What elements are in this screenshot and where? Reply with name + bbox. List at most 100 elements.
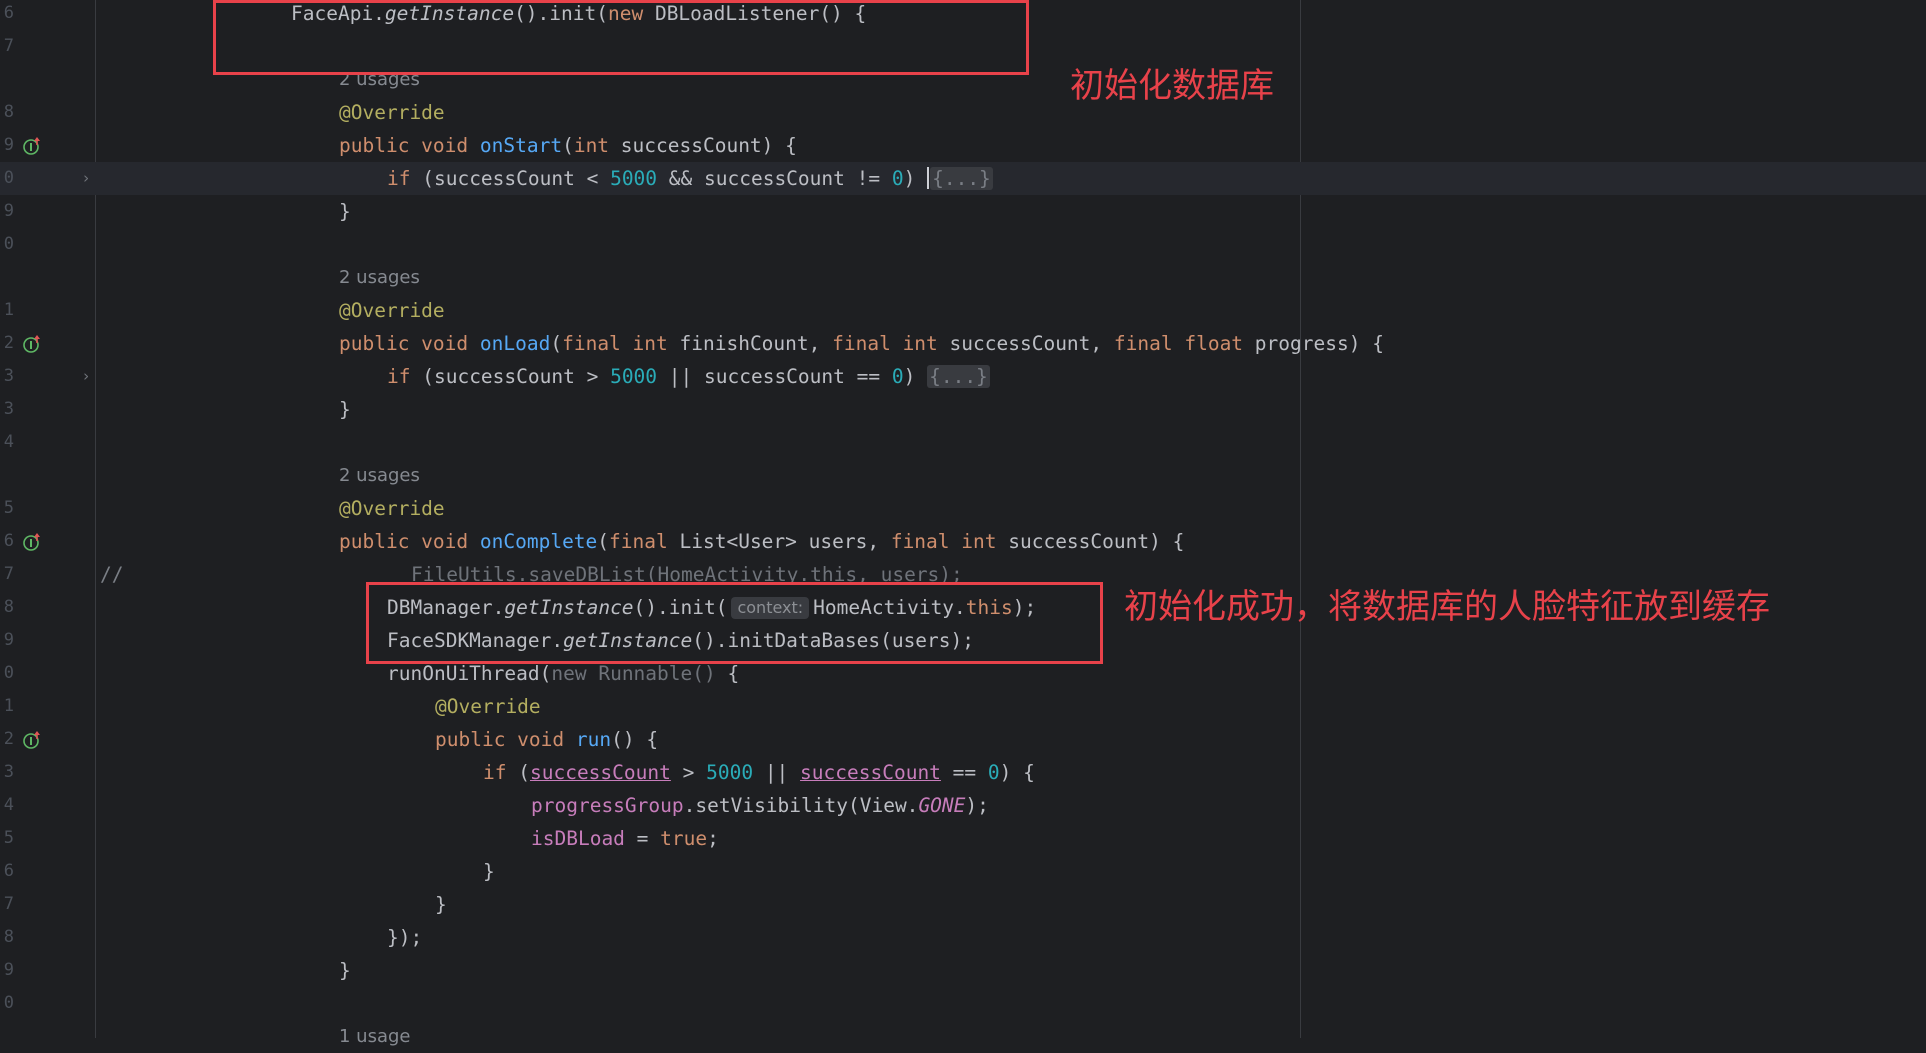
text-caret xyxy=(927,167,930,189)
line-number: 6 xyxy=(3,3,14,23)
code-editor[interactable]: 6 FaceApi.getInstance().init(new DBLoadLi… xyxy=(0,0,1926,1047)
code-line[interactable]: 5 @Override xyxy=(0,492,1926,525)
line-comment-marker: // xyxy=(100,563,124,586)
line-number: 4 xyxy=(3,795,14,815)
code-line[interactable]: 3} xyxy=(0,393,1926,426)
code-line[interactable]: 2 usages xyxy=(0,261,1926,294)
code-token: progressGroup xyxy=(531,794,684,817)
code-text: public void onStart(int successCount) { xyxy=(339,129,797,162)
implements-method-icon[interactable] xyxy=(22,730,42,750)
code-token: isDBLoad xyxy=(531,827,625,850)
code-text: public void onLoad(final int finishCount… xyxy=(339,327,1384,360)
code-line[interactable]: 5 isDBLoad = true; xyxy=(0,822,1926,855)
annotation-init-db: 初始化数据库 xyxy=(1070,66,1274,106)
implements-method-icon[interactable] xyxy=(22,334,42,354)
code-text: isDBLoad = true; xyxy=(531,822,719,855)
highlight-box-init-success xyxy=(366,582,1103,664)
code-token: 5000 xyxy=(610,365,658,388)
folded-code-placeholder[interactable]: {...} xyxy=(930,167,993,190)
line-number: 0 xyxy=(3,663,14,683)
highlight-box-init-db xyxy=(213,0,1029,75)
code-token: ) xyxy=(903,167,928,190)
code-token: ( xyxy=(562,134,574,157)
code-line[interactable]: 9} xyxy=(0,954,1926,987)
code-token: .setVisibility(View. xyxy=(683,794,919,817)
line-number: 5 xyxy=(3,498,14,518)
implements-method-icon[interactable] xyxy=(22,532,42,552)
line-number: 4 xyxy=(3,432,14,452)
code-token: 5000 xyxy=(706,761,754,784)
code-line[interactable]: 6 public void onComplete(final List<User>… xyxy=(0,525,1926,558)
code-text: public void run() { xyxy=(435,723,658,756)
fold-chevron-icon[interactable]: › xyxy=(79,368,93,384)
code-token: new Runnable() xyxy=(551,662,728,685)
code-token: successCount xyxy=(529,761,671,784)
code-line[interactable]: 9} xyxy=(0,195,1926,228)
usages-hint[interactable]: 2 usages xyxy=(339,459,420,492)
code-line[interactable]: 2 public void run() { xyxy=(0,723,1926,756)
code-line[interactable]: 7} xyxy=(0,888,1926,921)
code-line[interactable]: 8}); xyxy=(0,921,1926,954)
line-number: 9 xyxy=(3,630,14,650)
code-token: @Override xyxy=(435,695,541,718)
code-token: progress) { xyxy=(1254,332,1384,355)
code-token: } xyxy=(339,398,351,421)
folded-code-placeholder[interactable]: {...} xyxy=(927,365,990,388)
code-token: if xyxy=(387,365,423,388)
code-line[interactable]: 3 › if (successCount > 5000 || successCoun… xyxy=(0,360,1926,393)
code-token: onStart xyxy=(479,134,563,157)
code-line[interactable]: 0 › if (successCount < 5000 && successCoun… xyxy=(0,162,1926,195)
code-line[interactable]: 4 xyxy=(0,426,1926,459)
line-number: 5 xyxy=(3,828,14,848)
code-text: } xyxy=(483,855,495,888)
implements-method-icon[interactable] xyxy=(22,136,42,156)
line-number: 9 xyxy=(3,960,14,980)
line-number: 8 xyxy=(3,927,14,947)
line-number: 6 xyxy=(3,531,14,551)
code-line[interactable]: 1 @Override xyxy=(0,294,1926,327)
code-token: final float xyxy=(1113,332,1255,355)
code-token: (successCount < xyxy=(422,167,611,190)
code-token: > xyxy=(670,761,707,784)
code-line[interactable]: 0 xyxy=(0,987,1926,1020)
code-token: onLoad xyxy=(479,332,551,355)
code-token: (successCount > xyxy=(422,365,611,388)
code-line[interactable]: 4 progressGroup.setVisibility(View.GONE); xyxy=(0,789,1926,822)
code-text: } xyxy=(339,195,351,228)
code-text: if (successCount > 5000 || successCount … xyxy=(483,756,1035,789)
code-token: ( xyxy=(550,332,563,355)
code-token: { xyxy=(727,662,740,685)
code-line[interactable]: 1 @Override xyxy=(0,690,1926,723)
line-number xyxy=(0,1020,14,1053)
line-number: 2 xyxy=(3,729,14,749)
line-number xyxy=(0,459,14,492)
line-number: 7 xyxy=(3,894,14,914)
code-line[interactable]: 0 xyxy=(0,228,1926,261)
line-number: 6 xyxy=(3,861,14,881)
code-line[interactable]: 3 if (successCount > 5000 || successCount… xyxy=(0,756,1926,789)
code-token: runOnUiThread( xyxy=(387,662,552,685)
line-number: 1 xyxy=(3,696,14,716)
code-token: List<User> users, xyxy=(679,530,891,553)
code-token: int xyxy=(573,134,621,157)
fold-chevron-icon[interactable]: › xyxy=(79,170,93,186)
usages-hint[interactable]: 1 usage xyxy=(339,1020,411,1053)
annotation-init-success: 初始化成功，将数据库的人脸特征放到缓存 xyxy=(1124,587,1770,627)
code-token: == xyxy=(940,761,988,784)
code-line[interactable]: 6} xyxy=(0,855,1926,888)
code-text: } xyxy=(435,888,447,921)
usages-hint[interactable]: 2 usages xyxy=(339,261,420,294)
code-token: 0 xyxy=(987,761,1000,784)
code-token: public void xyxy=(339,530,480,553)
line-number: 9 xyxy=(3,201,14,221)
code-line[interactable]: 9 public void onStart(int successCount) { xyxy=(0,129,1926,162)
code-line[interactable]: 8 @Override xyxy=(0,96,1926,129)
code-line[interactable]: 2 public void onLoad(final int finishCoun… xyxy=(0,327,1926,360)
code-text: @Override xyxy=(435,690,541,723)
code-line[interactable]: 1 usage xyxy=(0,1020,1926,1053)
code-token: = xyxy=(624,827,661,850)
code-text: @Override xyxy=(339,294,445,327)
line-number: 8 xyxy=(3,597,14,617)
code-token: } xyxy=(339,200,351,223)
code-line[interactable]: 2 usages xyxy=(0,459,1926,492)
